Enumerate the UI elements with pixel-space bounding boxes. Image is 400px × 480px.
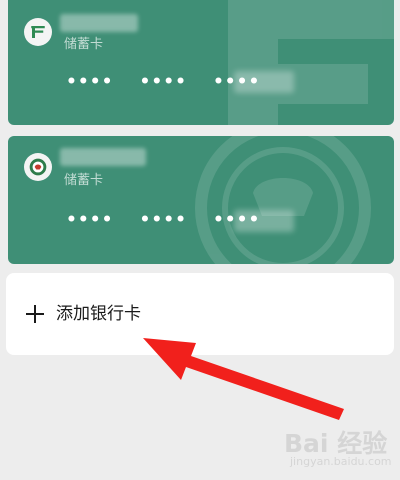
card-number-group: •••• (66, 210, 114, 230)
card-watermark-icon (195, 136, 371, 264)
card-number-group: •••• (139, 72, 187, 92)
card-type-label: 储蓄卡 (64, 173, 104, 188)
postal-bank-logo-icon (24, 18, 52, 46)
add-bank-card-button[interactable]: 添加银行卡 (6, 273, 394, 355)
card-last-four-redacted (234, 210, 294, 232)
bank-card-1[interactable]: 储蓄卡 •••• •••• •••• (8, 0, 394, 125)
card-type-label: 储蓄卡 (64, 37, 104, 52)
bank-name-redacted (60, 14, 138, 32)
rural-credit-logo-icon (24, 153, 52, 181)
add-bank-card-label: 添加银行卡 (56, 304, 141, 324)
card-number-group: •••• (139, 210, 187, 230)
card-watermark-icon (228, 0, 394, 125)
bank-card-2[interactable]: 储蓄卡 •••• •••• •••• (8, 136, 394, 264)
card-number-group: •••• (66, 72, 114, 92)
plus-icon (26, 305, 44, 323)
bank-name-redacted (60, 148, 146, 166)
watermark-brand: Bai 经验 (284, 429, 388, 458)
watermark-url: jingyan.baidu.com (290, 455, 392, 468)
card-last-four-redacted (234, 71, 294, 93)
